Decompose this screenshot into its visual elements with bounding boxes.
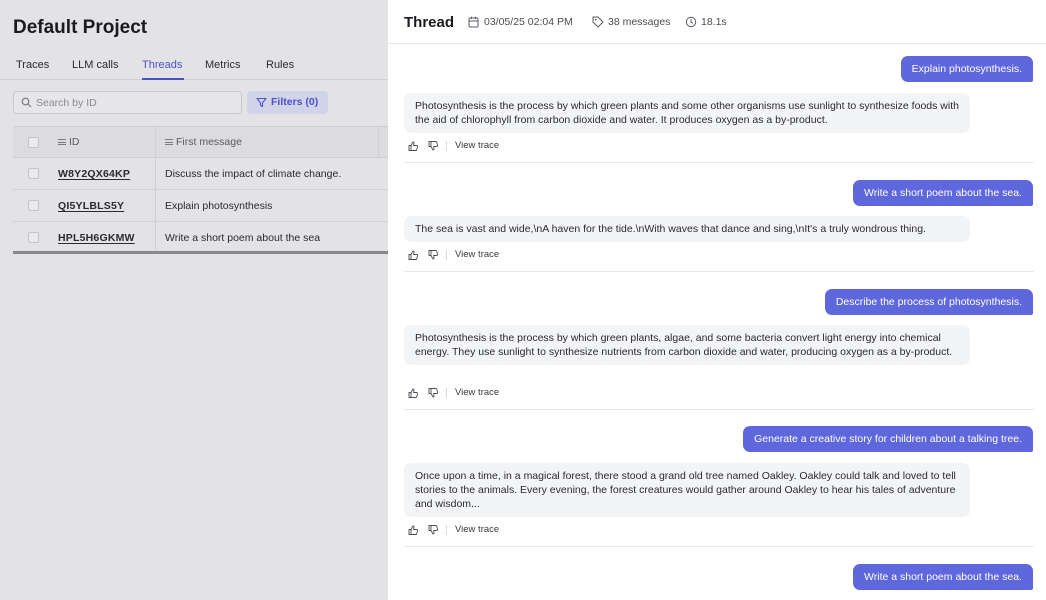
search-icon xyxy=(21,97,32,108)
tab-threads[interactable]: Threads xyxy=(142,59,182,71)
assistant-message: Once upon a time, in a magical forest, t… xyxy=(404,463,970,517)
filter-icon xyxy=(256,97,267,108)
thread-id-link[interactable]: HPL5H6GKMW xyxy=(58,232,135,244)
table-header: ID First message xyxy=(13,126,388,158)
thumbs-down-icon[interactable] xyxy=(428,525,438,535)
thread-panel: Thread 03/05/25 02:04 PM 38 messages 18.… xyxy=(388,0,1046,600)
first-message-cell: Write a short poem about the sea xyxy=(165,232,321,244)
view-trace-link[interactable]: View trace xyxy=(455,140,499,151)
exchange-divider xyxy=(404,409,1034,410)
row-checkbox[interactable] xyxy=(28,168,39,179)
search-box[interactable] xyxy=(13,91,242,114)
filters-label: Filters (0) xyxy=(271,96,319,108)
column-lines-icon xyxy=(165,138,173,147)
table-row[interactable]: HPL5H6GKMW Write a short poem about the … xyxy=(13,222,388,254)
active-tab-indicator xyxy=(142,78,184,80)
view-trace-link[interactable]: View trace xyxy=(455,387,499,398)
select-all-checkbox[interactable] xyxy=(28,137,39,148)
thread-title: Thread xyxy=(404,14,455,31)
clock-icon xyxy=(685,16,697,28)
thumbs-up-icon[interactable] xyxy=(408,388,418,398)
exchange-divider xyxy=(404,546,1034,547)
exchange-divider xyxy=(404,162,1034,163)
view-trace-link[interactable]: View trace xyxy=(455,524,499,535)
user-message: Describe the process of photosynthesis. xyxy=(824,289,1033,315)
thumbs-down-icon[interactable] xyxy=(428,141,438,151)
row-checkbox[interactable] xyxy=(28,200,39,211)
thumbs-up-icon[interactable] xyxy=(408,141,418,151)
user-message: Explain photosynthesis. xyxy=(900,56,1033,82)
assistant-message: Photosynthesis is the process by which g… xyxy=(404,93,970,133)
assistant-message: Photosynthesis is the process by which g… xyxy=(404,325,970,365)
column-lines-icon xyxy=(58,138,66,147)
filters-button[interactable]: Filters (0) xyxy=(247,91,328,114)
tab-metrics[interactable]: Metrics xyxy=(205,59,240,71)
user-message: Write a short poem about the sea. xyxy=(853,564,1033,590)
column-header-id[interactable]: ID xyxy=(58,136,80,148)
tag-icon xyxy=(592,16,604,28)
exchange-divider xyxy=(404,271,1034,272)
tab-traces[interactable]: Traces xyxy=(16,59,49,71)
row-checkbox[interactable] xyxy=(28,232,39,243)
tab-llm-calls[interactable]: LLM calls xyxy=(72,59,118,71)
thumbs-down-icon[interactable] xyxy=(428,388,438,398)
threads-table: ID First message W8Y2QX64KP Discuss the … xyxy=(13,126,388,254)
thumbs-up-icon[interactable] xyxy=(408,525,418,535)
user-message: Generate a creative story for children a… xyxy=(743,426,1033,452)
table-row[interactable]: W8Y2QX64KP Discuss the impact of climate… xyxy=(13,158,388,190)
first-message-cell: Discuss the impact of climate change. xyxy=(165,168,342,180)
tab-rules[interactable]: Rules xyxy=(266,59,294,71)
view-trace-link[interactable]: View trace xyxy=(455,249,499,260)
first-message-cell: Explain photosynthesis xyxy=(165,200,273,212)
thumbs-down-icon[interactable] xyxy=(428,250,438,260)
assistant-message: The sea is vast and wide,\nA haven for t… xyxy=(404,216,970,242)
project-panel: Default Project Traces LLM calls Threads… xyxy=(0,0,388,600)
thread-id-link[interactable]: W8Y2QX64KP xyxy=(58,168,130,180)
thread-header: Thread 03/05/25 02:04 PM 38 messages 18.… xyxy=(388,0,1046,44)
thread-id-link[interactable]: QI5YLBLS5Y xyxy=(58,200,124,212)
thumbs-up-icon[interactable] xyxy=(408,250,418,260)
calendar-icon xyxy=(468,16,479,28)
column-header-first-message[interactable]: First message xyxy=(165,136,242,148)
search-input[interactable] xyxy=(36,95,236,111)
project-title: Default Project xyxy=(13,17,148,38)
tab-bar: Traces LLM calls Threads Metrics Rules xyxy=(0,52,388,80)
table-row[interactable]: QI5YLBLS5Y Explain photosynthesis xyxy=(13,190,388,222)
user-message: Write a short poem about the sea. xyxy=(853,180,1033,206)
